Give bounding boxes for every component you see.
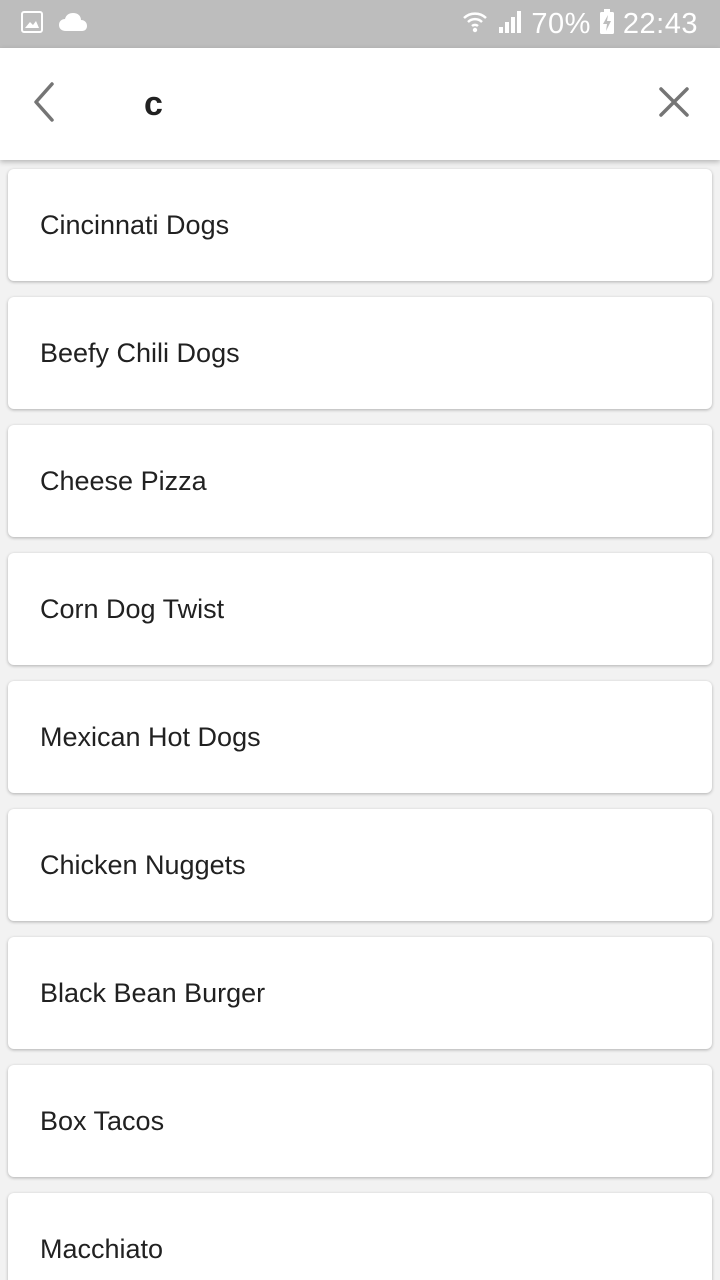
list-item-label: Black Bean Burger xyxy=(40,977,266,1008)
list-item[interactable]: Mexican Hot Dogs xyxy=(8,681,712,793)
battery-charging-icon xyxy=(599,8,615,40)
close-icon xyxy=(657,85,691,124)
list-item-label: Corn Dog Twist xyxy=(40,593,225,624)
search-app-bar xyxy=(0,48,720,160)
list-item-label: Macchiato xyxy=(40,1233,164,1264)
clock: 22:43 xyxy=(622,7,698,40)
search-results-list[interactable]: Cincinnati Dogs Beefy Chili Dogs Cheese … xyxy=(0,160,720,1280)
list-item[interactable]: Macchiato xyxy=(8,1193,712,1280)
cloud-icon xyxy=(58,11,88,38)
image-icon xyxy=(20,10,44,39)
wifi-icon xyxy=(461,8,489,41)
clear-search-button[interactable] xyxy=(644,74,704,134)
list-item[interactable]: Corn Dog Twist xyxy=(8,553,712,665)
battery-percent: 70% xyxy=(531,7,591,40)
list-item[interactable]: Chicken Nuggets xyxy=(8,809,712,921)
list-item-label: Chicken Nuggets xyxy=(40,849,246,880)
list-item[interactable]: Box Tacos xyxy=(8,1065,712,1177)
list-item[interactable]: Beefy Chili Dogs xyxy=(8,297,712,409)
list-item-label: Mexican Hot Dogs xyxy=(40,721,261,752)
status-bar: 70% 22:43 xyxy=(0,0,720,48)
signal-icon xyxy=(497,9,523,40)
list-item[interactable]: Cincinnati Dogs xyxy=(8,169,712,281)
list-item-label: Box Tacos xyxy=(40,1105,165,1136)
list-item-label: Beefy Chili Dogs xyxy=(40,337,240,368)
chevron-left-icon xyxy=(28,81,64,128)
back-button[interactable] xyxy=(16,74,76,134)
list-item-label: Cincinnati Dogs xyxy=(40,209,230,240)
list-item[interactable]: Cheese Pizza xyxy=(8,425,712,537)
search-input[interactable] xyxy=(144,78,564,130)
list-item[interactable]: Black Bean Burger xyxy=(8,937,712,1049)
list-item-label: Cheese Pizza xyxy=(40,465,207,496)
